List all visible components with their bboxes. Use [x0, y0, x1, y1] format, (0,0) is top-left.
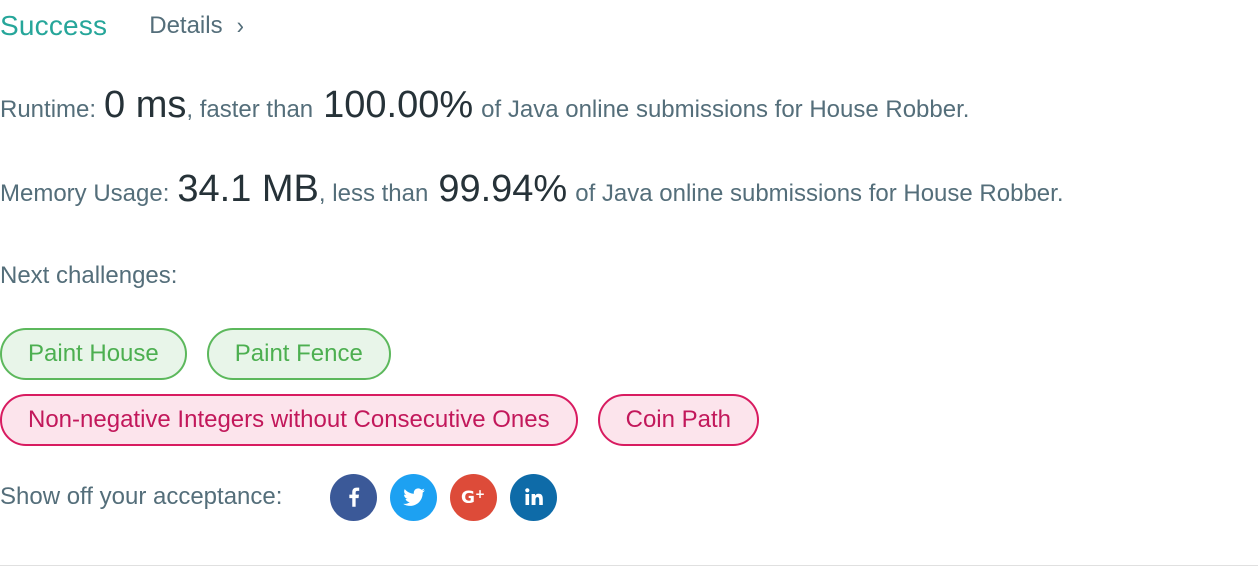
memory-line: Memory Usage: 34.1 MB , less than 99.94%…: [0, 168, 1063, 211]
google-plus-share-button[interactable]: G +: [450, 473, 498, 521]
status-label: Success: [0, 10, 108, 41]
challenge-tag-paint-fence[interactable]: Paint Fence: [206, 328, 391, 380]
challenge-tags-row: Non-negative Integers without Consecutiv…: [0, 394, 760, 446]
facebook-icon: [349, 487, 360, 507]
share-label: Show off your acceptance:: [0, 483, 283, 510]
twitter-share-button[interactable]: [390, 473, 438, 521]
chevron-right-icon: ›: [236, 11, 244, 40]
result-header: Success Details ›: [0, 0, 244, 52]
svg-text:G: G: [461, 488, 475, 508]
details-label: Details: [149, 12, 223, 39]
section-divider: [0, 565, 1258, 566]
memory-value: 34.1 MB: [177, 168, 319, 210]
challenge-tag-paint-house[interactable]: Paint House: [0, 328, 187, 380]
runtime-line: Runtime: 0 ms , faster than 100.00% of J…: [0, 84, 969, 127]
challenge-tag-coin-path[interactable]: Coin Path: [597, 394, 760, 446]
memory-label: Memory Usage:: [0, 180, 170, 207]
runtime-suffix: of Java online submissions for House Rob…: [481, 96, 970, 123]
facebook-share-button[interactable]: [330, 473, 378, 521]
challenge-tags-row: Paint House Paint Fence: [0, 328, 391, 380]
memory-comparison: , less than: [318, 180, 429, 207]
challenge-tag-non-negative-integers[interactable]: Non-negative Integers without Consecutiv…: [0, 394, 578, 446]
linkedin-share-button[interactable]: [510, 473, 558, 521]
runtime-percent: 100.00%: [323, 84, 474, 126]
next-challenges-label: Next challenges:: [0, 262, 178, 289]
google-plus-icon: G +: [461, 487, 485, 508]
linkedin-icon: [525, 488, 543, 505]
share-icons: G +: [330, 473, 558, 521]
memory-percent: 99.94%: [438, 168, 568, 210]
twitter-icon: [403, 488, 425, 506]
runtime-label: Runtime:: [0, 96, 97, 123]
share-row: Show off your acceptance: G +: [0, 472, 558, 522]
memory-suffix: of Java online submissions for House Rob…: [575, 180, 1064, 207]
svg-text:+: +: [475, 487, 485, 501]
runtime-value: 0 ms: [104, 84, 187, 126]
details-link[interactable]: Details ›: [149, 12, 244, 40]
runtime-comparison: , faster than: [186, 96, 314, 123]
